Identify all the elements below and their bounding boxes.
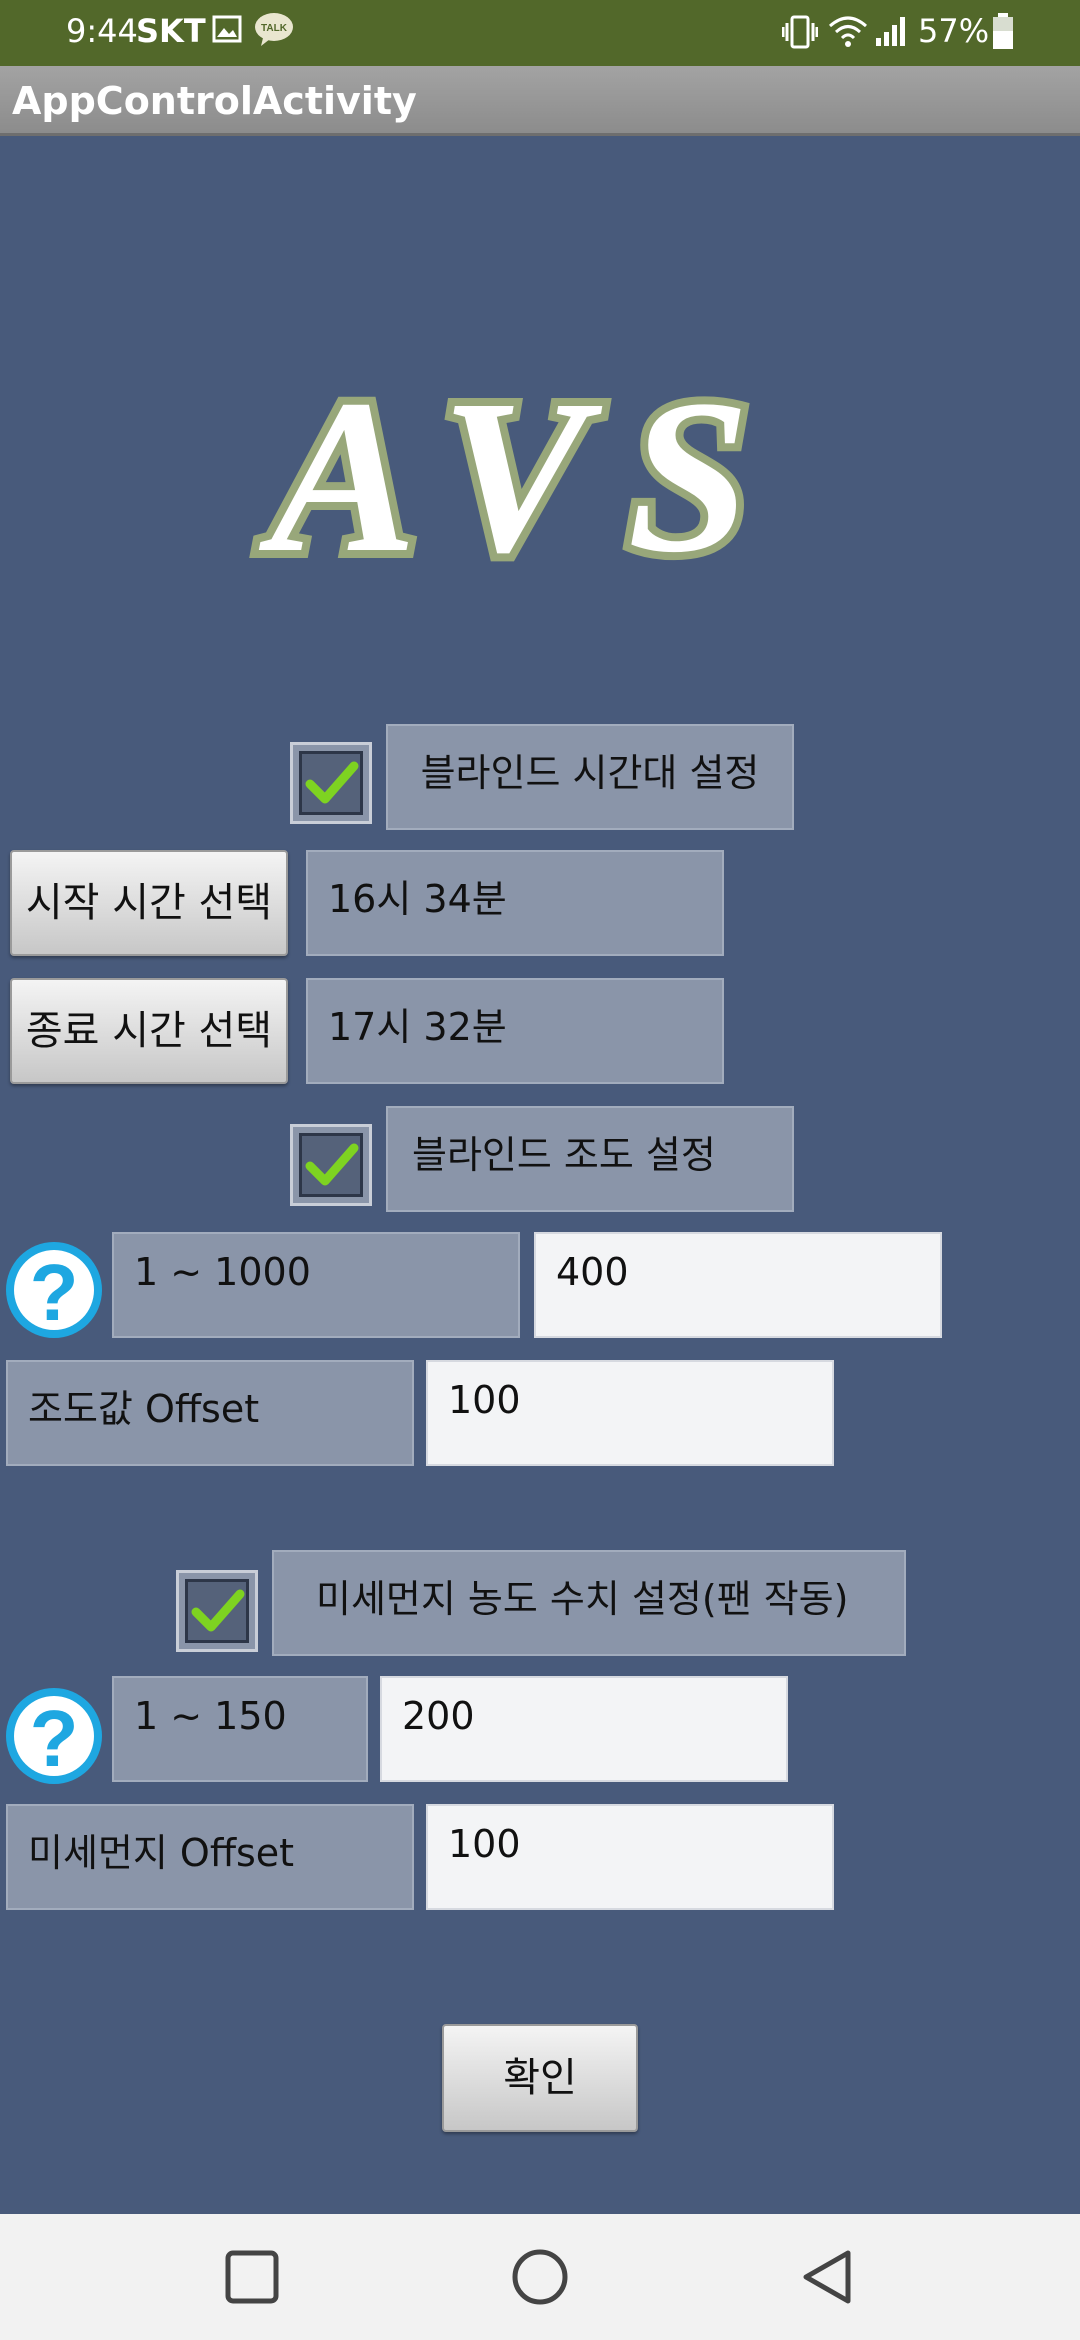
vibrate-icon bbox=[782, 15, 818, 49]
signal-icon bbox=[876, 17, 905, 46]
battery-percent: 57% bbox=[918, 12, 990, 50]
dust-offset-input[interactable]: 100 bbox=[426, 1804, 834, 1910]
lux-offset-label: 조도값 Offset bbox=[28, 1387, 260, 1431]
confirm-button[interactable]: 확인 bbox=[442, 2024, 638, 2132]
battery-icon bbox=[993, 13, 1013, 49]
dust-offset-value: 100 bbox=[448, 1822, 521, 1866]
svg-text:?: ? bbox=[30, 1248, 79, 1337]
dust-offset-label: 미세먼지 Offset bbox=[28, 1831, 295, 1875]
back-icon[interactable] bbox=[798, 2247, 858, 2307]
app-bar: AppControlActivity bbox=[0, 66, 1080, 136]
status-bar: 9:44 SKT TALK 57% bbox=[0, 0, 1080, 66]
blind-time-label: 블라인드 시간대 설정 bbox=[420, 751, 760, 795]
dust-value-input[interactable]: 200 bbox=[380, 1676, 788, 1782]
kakaotalk-icon: TALK bbox=[255, 13, 293, 46]
image-icon bbox=[212, 15, 242, 43]
status-time: 9:44 bbox=[66, 12, 138, 50]
help-icon-dust[interactable]: ? bbox=[2, 1684, 106, 1788]
blind-time-checkbox[interactable] bbox=[290, 742, 372, 824]
check-icon bbox=[305, 761, 359, 804]
blind-lux-checkbox[interactable] bbox=[290, 1124, 372, 1206]
lux-offset-value: 100 bbox=[448, 1378, 521, 1422]
dust-offset-label-box: 미세먼지 Offset bbox=[6, 1804, 414, 1910]
dust-label: 미세먼지 농도 수치 설정(팬 작동) bbox=[316, 1577, 849, 1621]
blind-lux-label-box: 블라인드 조도 설정 bbox=[386, 1106, 794, 1212]
blind-lux-label: 블라인드 조도 설정 bbox=[412, 1133, 716, 1177]
lux-offset-input[interactable]: 100 bbox=[426, 1360, 834, 1466]
recents-icon[interactable] bbox=[222, 2247, 282, 2307]
app-title: AppControlActivity bbox=[12, 79, 417, 123]
dust-range-box: 1 ~ 150 bbox=[112, 1676, 368, 1782]
lux-value-input[interactable]: 400 bbox=[534, 1232, 942, 1338]
lux-range-box: 1 ~ 1000 bbox=[112, 1232, 520, 1338]
check-icon bbox=[191, 1589, 245, 1632]
svg-text:TALK: TALK bbox=[261, 23, 288, 34]
svg-text:?: ? bbox=[30, 1694, 79, 1783]
navigation-bar bbox=[0, 2214, 1080, 2340]
dust-range-label: 1 ~ 150 bbox=[134, 1694, 287, 1738]
status-carrier: SKT bbox=[136, 12, 206, 50]
wifi-icon bbox=[829, 16, 867, 47]
svg-text:AVS: AVS bbox=[258, 370, 790, 590]
check-icon bbox=[305, 1143, 359, 1186]
end-time-value-box: 17시 32분 bbox=[306, 978, 724, 1084]
dust-checkbox[interactable] bbox=[176, 1570, 258, 1652]
start-time-button[interactable]: 시작 시간 선택 bbox=[10, 850, 288, 956]
lux-range-label: 1 ~ 1000 bbox=[134, 1250, 311, 1294]
start-time-value: 16시 34분 bbox=[328, 877, 507, 921]
dust-label-box: 미세먼지 농도 수치 설정(팬 작동) bbox=[272, 1550, 906, 1656]
lux-offset-label-box: 조도값 Offset bbox=[6, 1360, 414, 1466]
start-time-value-box: 16시 34분 bbox=[306, 850, 724, 956]
blind-time-label-box: 블라인드 시간대 설정 bbox=[386, 724, 794, 830]
dust-value: 200 bbox=[402, 1694, 475, 1738]
end-time-button[interactable]: 종료 시간 선택 bbox=[10, 978, 288, 1084]
lux-value: 400 bbox=[556, 1250, 629, 1294]
help-icon-lux[interactable]: ? bbox=[2, 1238, 106, 1342]
avs-logo: AVS bbox=[250, 370, 790, 590]
end-time-value: 17시 32분 bbox=[328, 1005, 507, 1049]
home-icon[interactable] bbox=[510, 2247, 570, 2307]
